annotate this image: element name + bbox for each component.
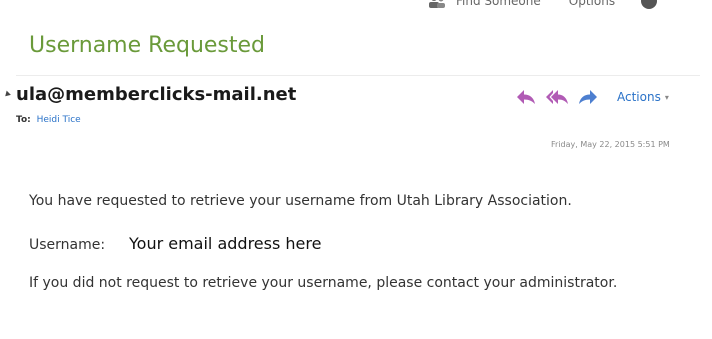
collapse-arrow-icon[interactable]: [3, 90, 11, 99]
chevron-down-icon: ▾: [664, 92, 669, 102]
actions-menu-button[interactable]: Actions ▾: [617, 90, 669, 104]
username-value: Your email address here: [129, 234, 322, 253]
actions-label: Actions: [617, 90, 661, 104]
username-label: Username:: [29, 237, 106, 253]
options-link[interactable]: Options: [569, 0, 615, 8]
username-row: Username: Your email address here: [29, 234, 321, 253]
reply-all-icon[interactable]: [545, 88, 569, 106]
sender-address[interactable]: ula@memberclicks-mail.net: [16, 84, 296, 105]
help-icon[interactable]: [641, 0, 658, 9]
body-line-request: You have requested to retrieve your user…: [29, 193, 572, 209]
recipient-name[interactable]: Heidi Tice: [37, 115, 81, 125]
people-icon[interactable]: [428, 0, 446, 8]
body-line-contact: If you did not request to retrieve your …: [29, 275, 618, 291]
top-bar: Find Someone Options: [428, 0, 658, 11]
divider: [16, 75, 700, 76]
recipient-row: To: Heidi Tice: [16, 115, 81, 125]
reply-icon[interactable]: [514, 88, 538, 106]
to-label: To:: [16, 115, 31, 125]
message-actions: Actions ▾: [514, 88, 669, 106]
find-someone-link[interactable]: Find Someone: [456, 0, 541, 8]
email-subject: Username Requested: [29, 33, 266, 58]
sent-date: Friday, May 22, 2015 5:51 PM: [551, 140, 670, 149]
forward-icon[interactable]: [576, 88, 600, 106]
